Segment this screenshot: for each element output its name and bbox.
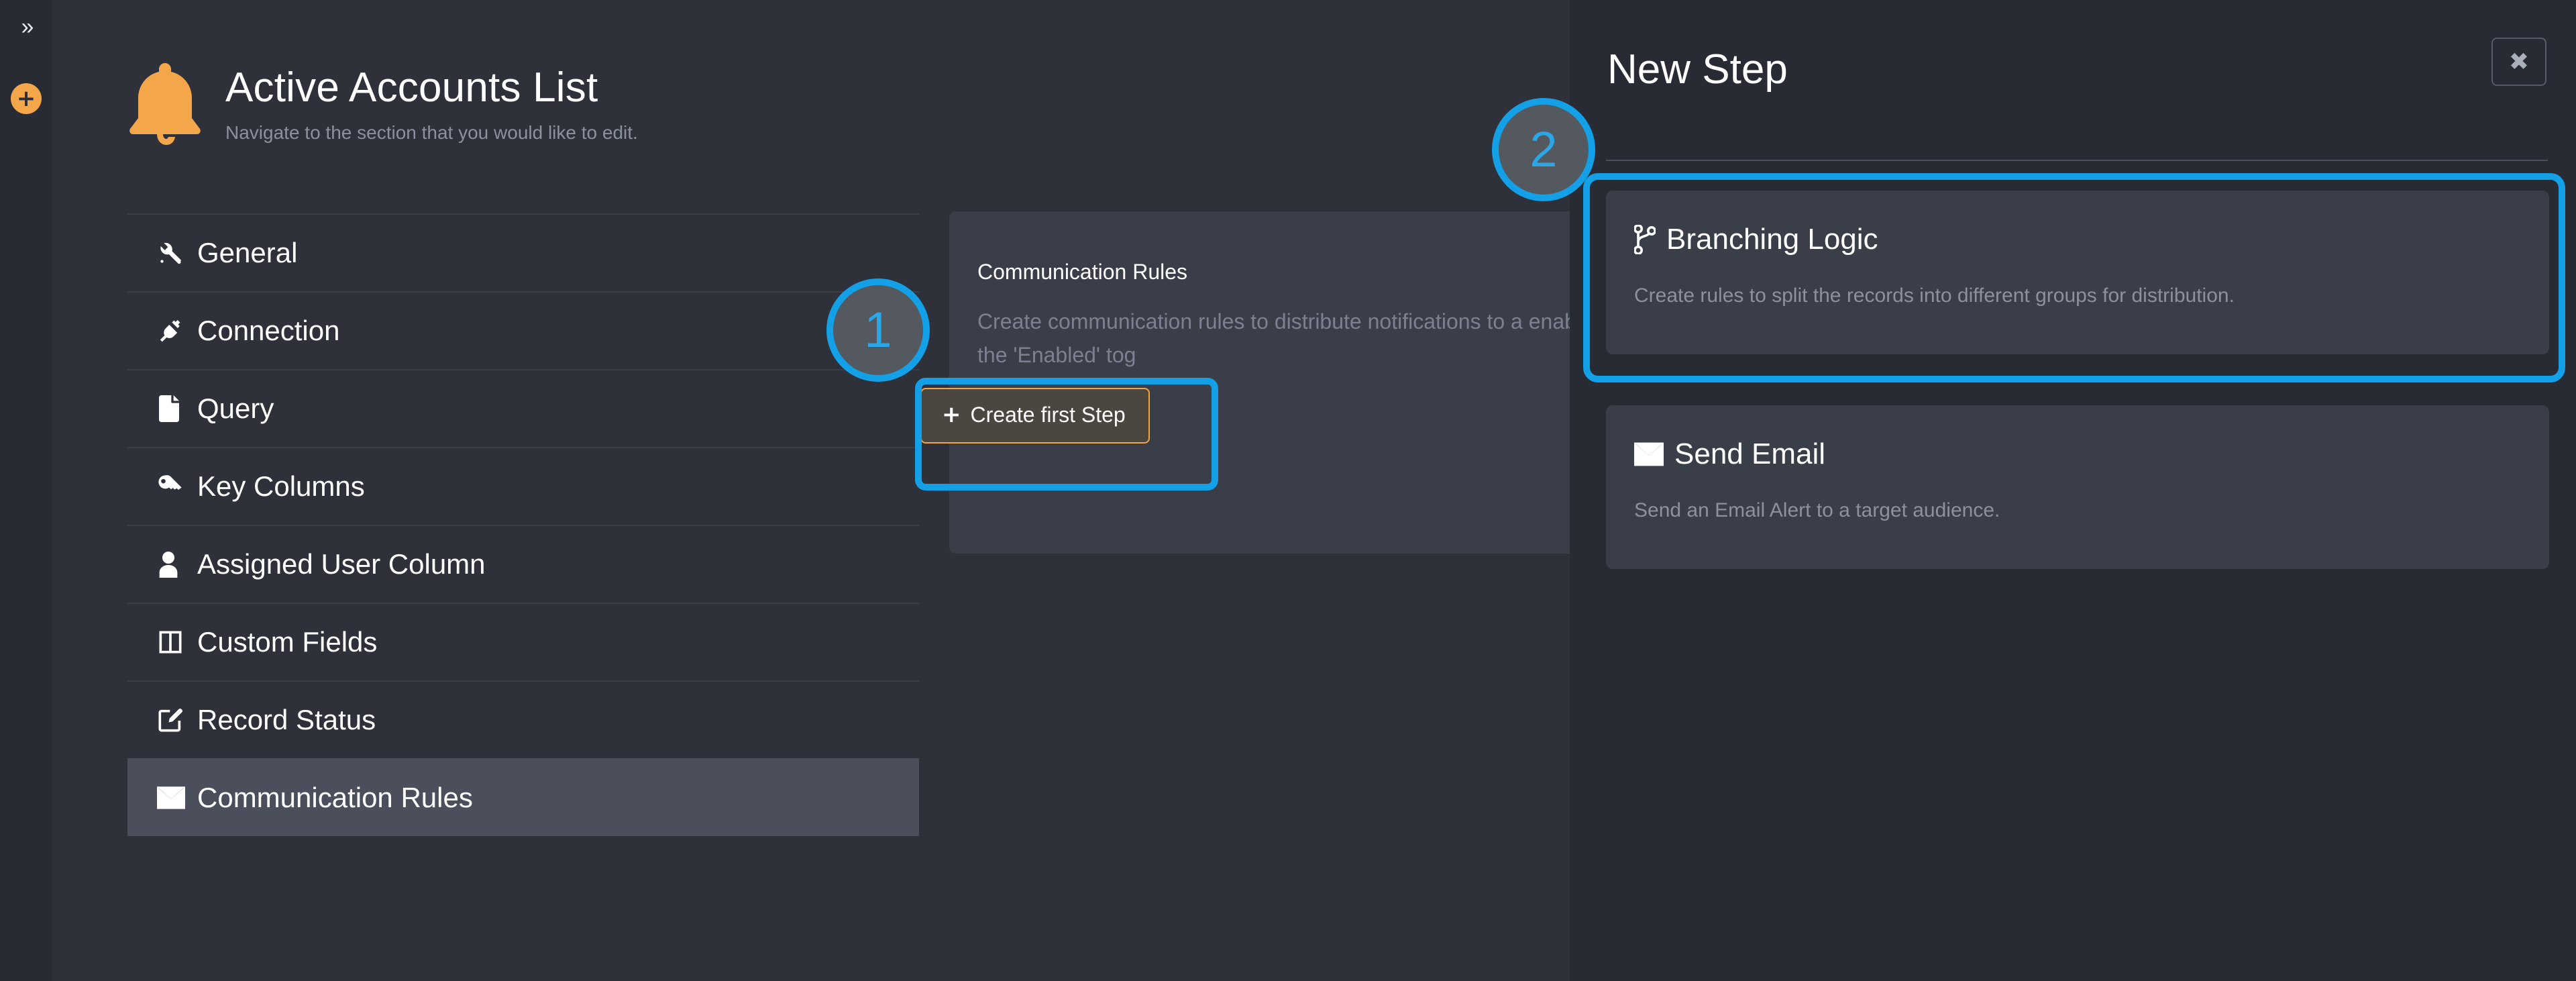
step-option-description: Send an Email Alert to a target audience… xyxy=(1634,499,2000,521)
step-option-heading: Branching Logic xyxy=(1634,223,1878,256)
key-icon xyxy=(157,473,193,500)
close-icon[interactable]: ✖ xyxy=(2491,38,2546,86)
app-root: » + Active Accounts List Navigate to the… xyxy=(0,0,2576,981)
user-icon xyxy=(157,551,193,578)
sidebar-item-label: Query xyxy=(197,393,274,424)
envelope-icon xyxy=(1634,442,1664,466)
bell-icon xyxy=(127,59,203,150)
code-branch-icon xyxy=(1634,225,1656,254)
page-header: Active Accounts List Navigate to the sec… xyxy=(127,59,638,150)
sidebar-item-record-status[interactable]: Record Status xyxy=(127,680,919,758)
panel-divider xyxy=(1606,160,2548,161)
sidebar-item-label: Key Columns xyxy=(197,470,365,502)
page-title: Active Accounts List xyxy=(225,64,598,111)
settings-nav-list: General Connection Query Key Columns Ass… xyxy=(127,213,919,836)
step-option-send-email[interactable]: Send Email Send an Email Alert to a targ… xyxy=(1606,405,2549,569)
step-option-title: Branching Logic xyxy=(1666,223,1878,256)
communication-rules-card: Communication Rules Create communication… xyxy=(949,211,1927,554)
sidebar-item-query[interactable]: Query xyxy=(127,369,919,447)
sidebar-item-label: Communication Rules xyxy=(197,782,473,813)
step-option-heading: Send Email xyxy=(1634,437,1825,471)
plug-icon xyxy=(157,317,193,344)
collapsed-nav-rail: » + xyxy=(0,0,52,981)
step-option-description: Create rules to split the records into d… xyxy=(1634,285,2235,307)
envelope-icon xyxy=(157,786,193,809)
step-option-branching-logic[interactable]: Branching Logic Create rules to split th… xyxy=(1606,191,2549,354)
sidebar-item-label: Connection xyxy=(197,315,340,346)
edit-square-icon xyxy=(157,707,193,733)
new-step-panel: New Step ✖ Branching Logic Create rules … xyxy=(1570,0,2576,981)
page-header-text: Active Accounts List Navigate to the sec… xyxy=(225,66,638,143)
sidebar-item-label: General xyxy=(197,237,298,268)
page-subtitle: Navigate to the section that you would l… xyxy=(225,121,638,143)
columns-icon xyxy=(157,629,193,656)
panel-title: New Step xyxy=(1607,46,1788,93)
plus-icon: + xyxy=(942,401,961,428)
sidebar-item-label: Custom Fields xyxy=(197,626,378,658)
card-title: Communication Rules xyxy=(977,260,1188,284)
create-first-step-label: Create first Step xyxy=(970,403,1126,427)
sidebar-item-key-columns[interactable]: Key Columns xyxy=(127,447,919,525)
file-icon xyxy=(157,395,193,422)
plus-circle-icon[interactable]: + xyxy=(11,83,42,114)
sidebar-item-label: Assigned User Column xyxy=(197,548,486,580)
sidebar-item-assigned-user-column[interactable]: Assigned User Column xyxy=(127,525,919,603)
chevron-double-right-icon[interactable]: » xyxy=(9,9,43,44)
create-first-step-button[interactable]: + Create first Step xyxy=(920,388,1150,444)
wrench-icon xyxy=(157,240,193,266)
sidebar-item-communication-rules[interactable]: Communication Rules xyxy=(127,758,919,836)
sidebar-item-connection[interactable]: Connection xyxy=(127,291,919,369)
sidebar-item-label: Record Status xyxy=(197,704,376,735)
sidebar-item-custom-fields[interactable]: Custom Fields xyxy=(127,603,919,680)
settings-column: Active Accounts List Navigate to the sec… xyxy=(52,0,1927,981)
step-option-title: Send Email xyxy=(1674,437,1826,470)
sidebar-item-general[interactable]: General xyxy=(127,213,919,291)
